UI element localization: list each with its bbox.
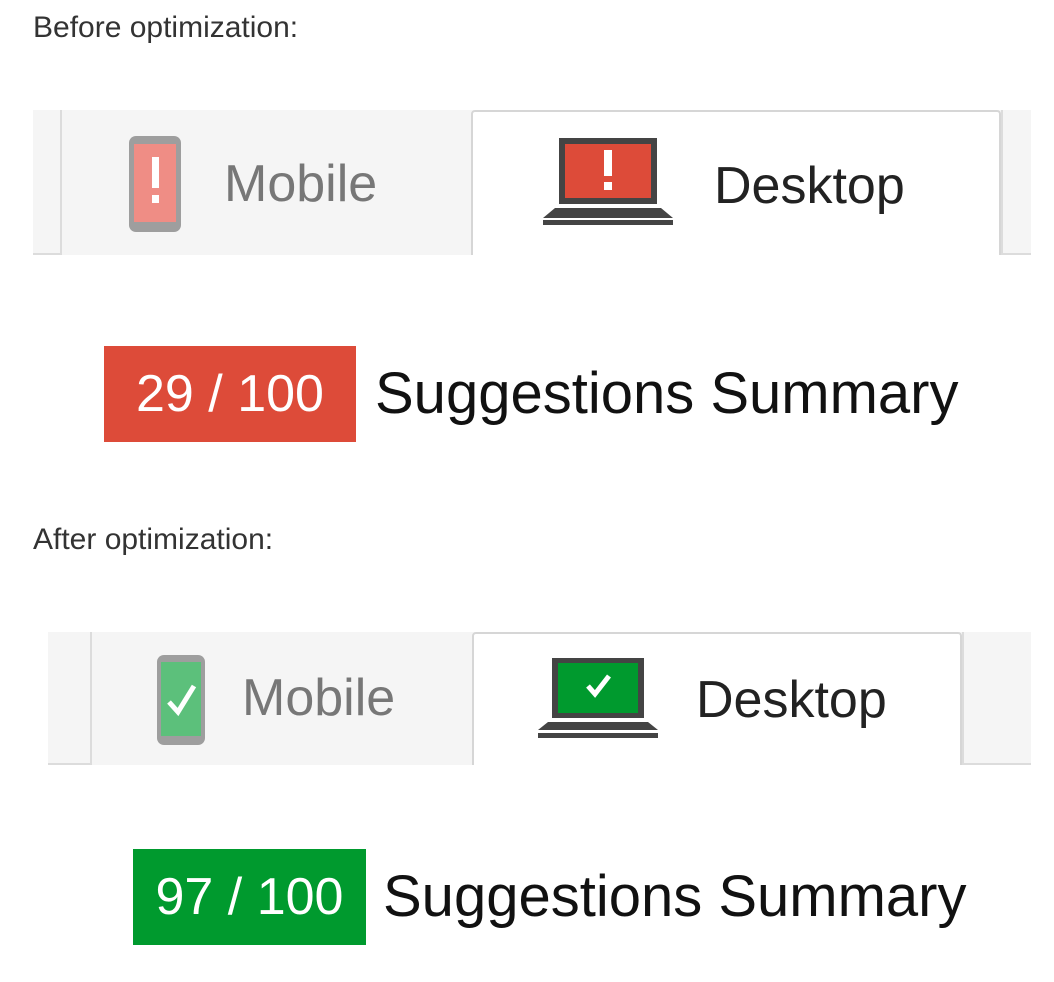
after-tab-desktop[interactable]: Desktop [472,632,962,765]
before-score-badge: 29 / 100 [104,346,356,442]
before-caption: Before optimization: [33,11,299,44]
desktop-check-icon [536,656,660,745]
after-caption: After optimization: [33,523,274,556]
mobile-warning-icon [128,135,182,238]
before-tab-divider [1001,110,1003,253]
before-summary-title: Suggestions Summary [375,361,959,426]
after-tab-desktop-label: Desktop [696,671,887,729]
after-score-row: 97 / 100 Suggestions Summary [133,849,1013,945]
mobile-check-icon [156,654,206,751]
before-tab-mobile-label: Mobile [224,155,378,213]
after-summary-title: Suggestions Summary [383,864,967,929]
before-tab-mobile[interactable]: Mobile [60,110,473,255]
desktop-warning-icon [541,136,675,233]
after-tab-bar: Mobile Desktop [48,632,1031,765]
before-tab-desktop-label: Desktop [714,157,905,215]
after-tab-mobile[interactable]: Mobile [90,632,473,765]
after-tab-mobile-label: Mobile [242,669,396,727]
after-score-badge: 97 / 100 [133,849,366,945]
before-tab-bar: Mobile Desktop [33,110,1031,255]
before-tab-desktop[interactable]: Desktop [471,110,1001,255]
before-score-row: 29 / 100 Suggestions Summary [104,346,1004,442]
after-tab-divider [962,632,964,763]
